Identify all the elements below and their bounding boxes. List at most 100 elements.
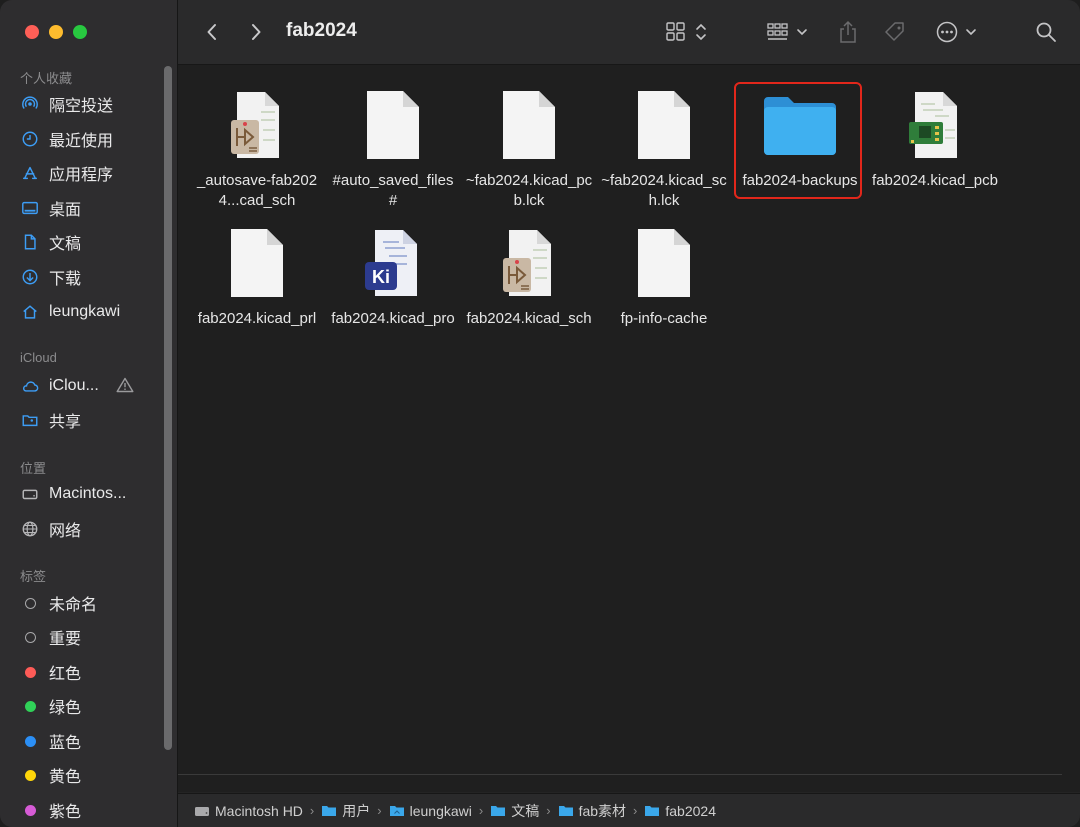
breadcrumb-item[interactable]: Macintosh HD [194, 803, 303, 819]
sidebar-scrollbar[interactable] [164, 66, 172, 750]
network-icon [20, 519, 40, 539]
sidebar-item-label: 共享 [49, 414, 82, 431]
sidebar: 个人收藏 隔空投送 最近使用 应用程序 桌面 文稿 下载 leungkawi i… [0, 0, 178, 827]
sidebar-item-tag-blue[interactable]: 蓝色 [20, 727, 150, 755]
sidebar-item-label: 桌面 [49, 202, 82, 219]
sidebar-item-desktop[interactable]: 桌面 [20, 194, 150, 222]
ellipsis-circle-icon [936, 21, 976, 43]
icon-grid-view-icon [666, 22, 706, 41]
desktop-icon [20, 198, 40, 218]
sidebar-item-tag-red[interactable]: 红色 [20, 658, 150, 686]
chevron-right-icon: › [377, 803, 382, 818]
file-item[interactable]: #auto_saved_files# [327, 67, 459, 211]
file-item[interactable]: ~fab2024.kicad_sch.lck [598, 67, 730, 211]
file-browser: _autosave-fab2024...cad_sch #auto_saved_… [178, 65, 1080, 792]
file-item[interactable]: fab2024.kicad_pcb [869, 67, 1001, 191]
sidebar-item-tag-green[interactable]: 绿色 [20, 692, 150, 720]
breadcrumb-label: Macintosh HD [215, 802, 303, 819]
breadcrumb-item[interactable]: fab素材 [558, 801, 626, 821]
sidebar-item-shared[interactable]: 共享 [20, 406, 150, 434]
svg-text:Ki: Ki [372, 267, 390, 287]
sidebar-item-recents[interactable]: 最近使用 [20, 125, 150, 153]
zoom-window-button[interactable] [73, 25, 87, 39]
breadcrumb-label: leungkawi [409, 802, 472, 819]
file-item[interactable]: fab2024.kicad_prl [191, 205, 323, 329]
more-actions-button[interactable] [935, 18, 981, 46]
breadcrumb-item[interactable]: 文稿 [490, 801, 539, 821]
sidebar-section-locations: 位置 [20, 461, 47, 476]
file-name: fab2024.kicad_sch [466, 310, 592, 327]
sidebar-item-airdrop[interactable]: 隔空投送 [20, 90, 150, 118]
sidebar-item-label: 文稿 [49, 236, 82, 253]
file-name: fab2024.kicad_pro [331, 310, 455, 327]
file-item[interactable]: _autosave-fab2024...cad_sch [191, 67, 323, 211]
sidebar-item-label: 下载 [49, 271, 82, 288]
search-button[interactable] [1034, 18, 1058, 46]
sidebar-item-label: 未命名 [49, 597, 98, 614]
sidebar-item-tag-important[interactable]: 重要 [20, 623, 150, 651]
sidebar-item-macintosh-hd[interactable]: Macintos... [20, 480, 150, 508]
folder-icon [490, 804, 506, 817]
sidebar-item-home[interactable]: leungkawi [20, 298, 150, 326]
view-mode-button[interactable] [666, 18, 710, 46]
sidebar-item-applications[interactable]: 应用程序 [20, 159, 150, 187]
sidebar-item-icloud-drive[interactable]: iClou... [20, 372, 150, 400]
sidebar-item-documents[interactable]: 文稿 [20, 228, 150, 256]
sidebar-item-label: iClou... [49, 377, 99, 394]
file-item[interactable]: Ki fab2024.kicad_pro [327, 205, 459, 329]
blank-file-icon [463, 85, 595, 165]
tag-empty-icon [20, 627, 40, 647]
tag-yellow-dot-icon [20, 765, 40, 785]
chevron-right-icon [252, 24, 261, 40]
sidebar-item-label: 紫色 [49, 804, 82, 821]
tag-green-dot-icon [20, 696, 40, 716]
share-button[interactable] [836, 18, 860, 46]
minimize-window-button[interactable] [49, 25, 63, 39]
sidebar-item-label: 绿色 [49, 700, 82, 717]
download-icon [20, 267, 40, 287]
group-grid-icon [767, 23, 807, 40]
sidebar-item-tag-untitled[interactable]: 未命名 [20, 589, 150, 617]
breadcrumb-item[interactable]: 用户 [321, 801, 370, 821]
forward-button[interactable] [244, 18, 268, 46]
warning-icon [116, 377, 134, 398]
chevron-right-icon: › [546, 803, 551, 818]
sidebar-item-label: 最近使用 [49, 133, 114, 150]
breadcrumb-item[interactable]: leungkawi [389, 803, 472, 819]
path-bar: Macintosh HD › 用户 › leungkawi › 文稿 › fab… [178, 793, 1080, 827]
sidebar-item-downloads[interactable]: 下载 [20, 263, 150, 291]
file-item[interactable]: fab2024.kicad_sch [463, 205, 595, 329]
home-icon [20, 302, 40, 322]
kicad-project-file-icon: Ki [327, 223, 459, 303]
file-item[interactable]: ~fab2024.kicad_pcb.lck [463, 67, 595, 211]
breadcrumb-label: 用户 [342, 802, 371, 819]
sidebar-item-tag-yellow[interactable]: 黄色 [20, 761, 150, 789]
group-by-button[interactable] [766, 18, 814, 46]
selection-highlight [734, 82, 862, 199]
document-icon [20, 232, 40, 252]
close-window-button[interactable] [25, 25, 39, 39]
airdrop-icon [20, 94, 40, 114]
tag-blue-dot-icon [20, 731, 40, 751]
sidebar-item-label: 网络 [49, 523, 82, 540]
file-name: fp-info-cache [620, 310, 708, 327]
breadcrumb-label: fab2024 [665, 802, 716, 819]
icloud-icon [20, 376, 40, 396]
harddisk-icon [194, 804, 210, 818]
chevron-left-icon [207, 24, 216, 40]
tag-icon [885, 22, 904, 41]
sidebar-section-icloud: iCloud [20, 350, 57, 365]
sidebar-item-network[interactable]: 网络 [20, 515, 150, 543]
file-item[interactable]: fp-info-cache [598, 205, 730, 329]
shared-folder-icon [20, 410, 40, 430]
chevron-right-icon: › [478, 803, 484, 818]
breadcrumb-item[interactable]: fab2024 [644, 803, 716, 819]
back-button[interactable] [200, 18, 224, 46]
sidebar-item-label: 红色 [49, 666, 82, 683]
tag-button[interactable] [882, 18, 908, 46]
kicad-pcb-file-icon [869, 85, 1001, 165]
harddisk-icon [20, 484, 40, 504]
toolbar: fab2024 [178, 0, 1080, 65]
sidebar-section-tags: 标签 [20, 569, 47, 584]
sidebar-item-tag-purple[interactable]: 紫色 [20, 796, 150, 824]
